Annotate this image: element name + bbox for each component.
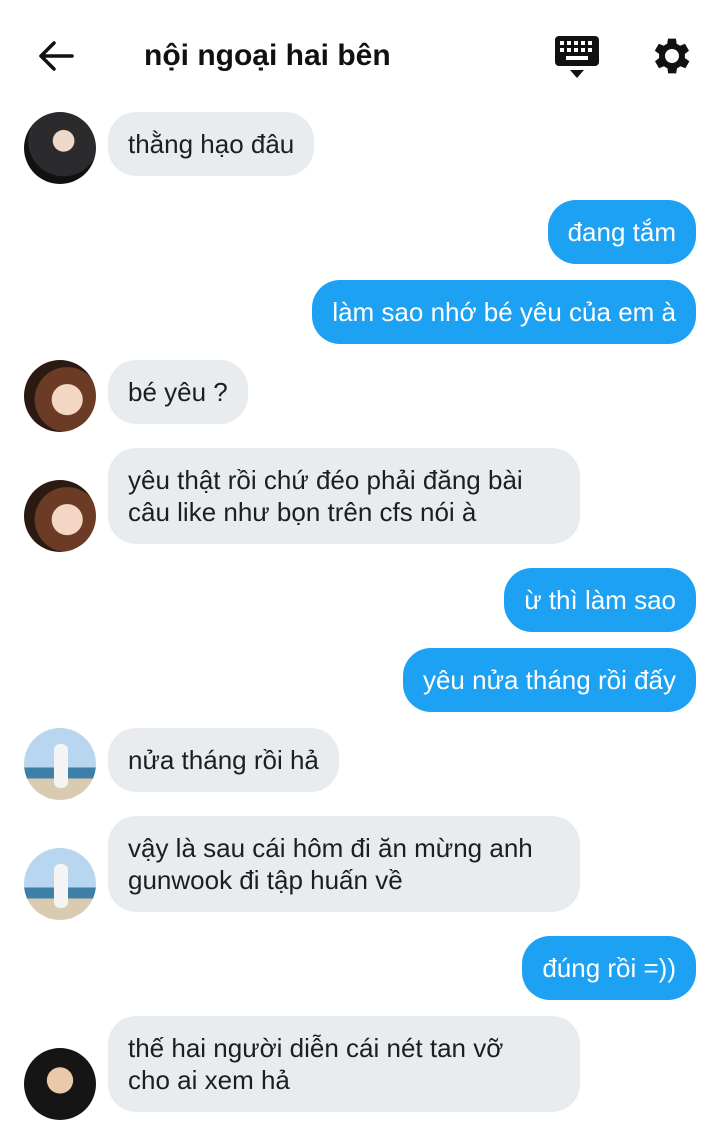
message-bubble-received[interactable]: thằng hạo đâu	[108, 112, 315, 176]
message-line: câu like như bọn trên cfs nói à	[128, 497, 477, 527]
message-bubble-received[interactable]: nửa tháng rồi hả	[108, 728, 339, 792]
message-bubble-received[interactable]: yêu thật rồi chứ đéo phải đăng bài câu l…	[108, 448, 580, 544]
message-bubble-sent[interactable]: yêu nửa tháng rồi đấy	[402, 648, 696, 712]
arrow-left-icon	[39, 41, 74, 71]
avatar[interactable]	[24, 1048, 96, 1120]
chat-header: nội ngoại hai bên	[0, 0, 720, 110]
message-line: vậy là sau cái hôm đi ăn mừng anh	[128, 833, 533, 863]
avatar[interactable]	[24, 480, 96, 552]
message-bubble-received[interactable]: vậy là sau cái hôm đi ăn mừng anh gunwoo…	[108, 816, 580, 912]
gear-icon	[654, 38, 690, 74]
chat-title: nội ngoại hai bên	[144, 39, 391, 72]
avatar[interactable]	[24, 848, 96, 920]
message-line: yêu thật rồi chứ đéo phải đăng bài	[128, 465, 523, 495]
message-bubble-sent[interactable]: ừ thì làm sao	[504, 568, 696, 632]
message-line: cho ai xem hả	[128, 1065, 290, 1095]
back-button[interactable]	[32, 34, 80, 78]
message-line: thế hai người diễn cái nét tan vỡ	[128, 1033, 504, 1063]
message-bubble-sent[interactable]: đang tắm	[547, 200, 696, 264]
message-line: gunwook đi tập huấn về	[128, 865, 403, 895]
avatar[interactable]	[24, 728, 96, 800]
keyboard-button[interactable]	[553, 34, 601, 80]
message-bubble-sent[interactable]: làm sao nhớ bé yêu của em à	[312, 280, 696, 344]
avatar[interactable]	[24, 112, 96, 184]
message-bubble-received[interactable]: bé yêu ?	[108, 360, 248, 424]
message-bubble-sent[interactable]: đúng rồi =))	[522, 936, 696, 1000]
message-bubble-received[interactable]: thế hai người diễn cái nét tan vỡ cho ai…	[108, 1016, 580, 1112]
keyboard-icon	[555, 36, 599, 78]
avatar[interactable]	[24, 360, 96, 432]
settings-button[interactable]	[648, 32, 696, 80]
